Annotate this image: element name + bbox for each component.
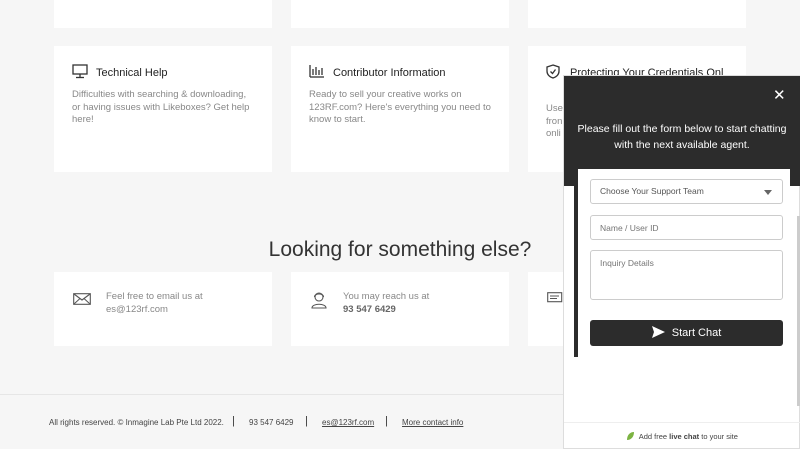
technical-help-card[interactable]: Technical Help Difficulties with searchi… (54, 46, 272, 172)
card-description-line: fron (546, 115, 563, 127)
footer-email-link[interactable]: es@123rf.com (322, 418, 374, 427)
start-chat-label: Start Chat (671, 327, 722, 339)
support-team-label: Choose Your Support Team (600, 186, 704, 196)
chat-instructions: Please fill out the form below to start … (577, 123, 787, 151)
more-contact-info-link[interactable]: More contact info (402, 418, 463, 427)
email-address[interactable]: es@123rf.com (106, 304, 168, 317)
top-card-3 (528, 0, 746, 28)
name-user-id-input[interactable] (590, 215, 783, 240)
support-team-select[interactable]: Choose Your Support Team (590, 179, 783, 204)
email-contact-card[interactable]: Feel free to email us at es@123rf.com (54, 272, 272, 346)
phone-number[interactable]: 93 547 6429 (343, 304, 396, 317)
footer-separator: | (305, 415, 308, 427)
send-icon (651, 322, 665, 348)
monitor-icon (72, 64, 88, 84)
leaf-icon (626, 425, 635, 449)
shield-icon (546, 64, 560, 84)
top-card-1 (54, 0, 272, 28)
start-chat-button[interactable]: Start Chat (590, 320, 783, 346)
envelope-icon (73, 292, 91, 310)
inquiry-details-textarea[interactable] (590, 250, 783, 300)
close-icon[interactable]: ✕ (773, 86, 786, 104)
card-description-line: Use (546, 103, 563, 114)
bar-chart-icon (309, 64, 325, 83)
chat-footer[interactable]: Add free live chat to your site (564, 422, 800, 449)
phone-number-bold: 93 547 6429 (343, 303, 396, 315)
contributor-information-card[interactable]: Contributor Information Ready to sell yo… (291, 46, 509, 172)
card-description: Ready to sell your creative works on 123… (309, 89, 491, 125)
phone-contact-card[interactable]: You may reach us at 93 547 6429 (291, 272, 509, 346)
support-agent-icon (310, 291, 328, 314)
chat-form: Choose Your Support Team Start Chat (574, 169, 790, 357)
card-title: Contributor Information (333, 67, 446, 79)
chevron-down-icon (764, 190, 772, 195)
footer-separator: | (232, 415, 235, 427)
chat-footer-post: to your site (699, 432, 738, 441)
card-description: Difficulties with searching & downloadin… (72, 89, 250, 125)
top-card-2 (291, 0, 509, 28)
chat-footer-pre: Add free (638, 432, 670, 441)
live-chat-widget: ✕ Please fill out the form below to star… (563, 75, 800, 449)
card-title: Technical Help (96, 67, 168, 79)
card-description-line: onli (546, 128, 561, 139)
footer-phone[interactable]: 93 547 6429 (249, 418, 294, 427)
phone-prompt: You may reach us at (343, 291, 430, 302)
footer-separator: | (385, 415, 388, 427)
email-prompt: Feel free to email us at (106, 291, 203, 302)
chat-footer-bold[interactable]: live chat (669, 432, 699, 441)
copyright-text: All rights reserved. © Inmagine Lab Pte … (49, 418, 224, 427)
